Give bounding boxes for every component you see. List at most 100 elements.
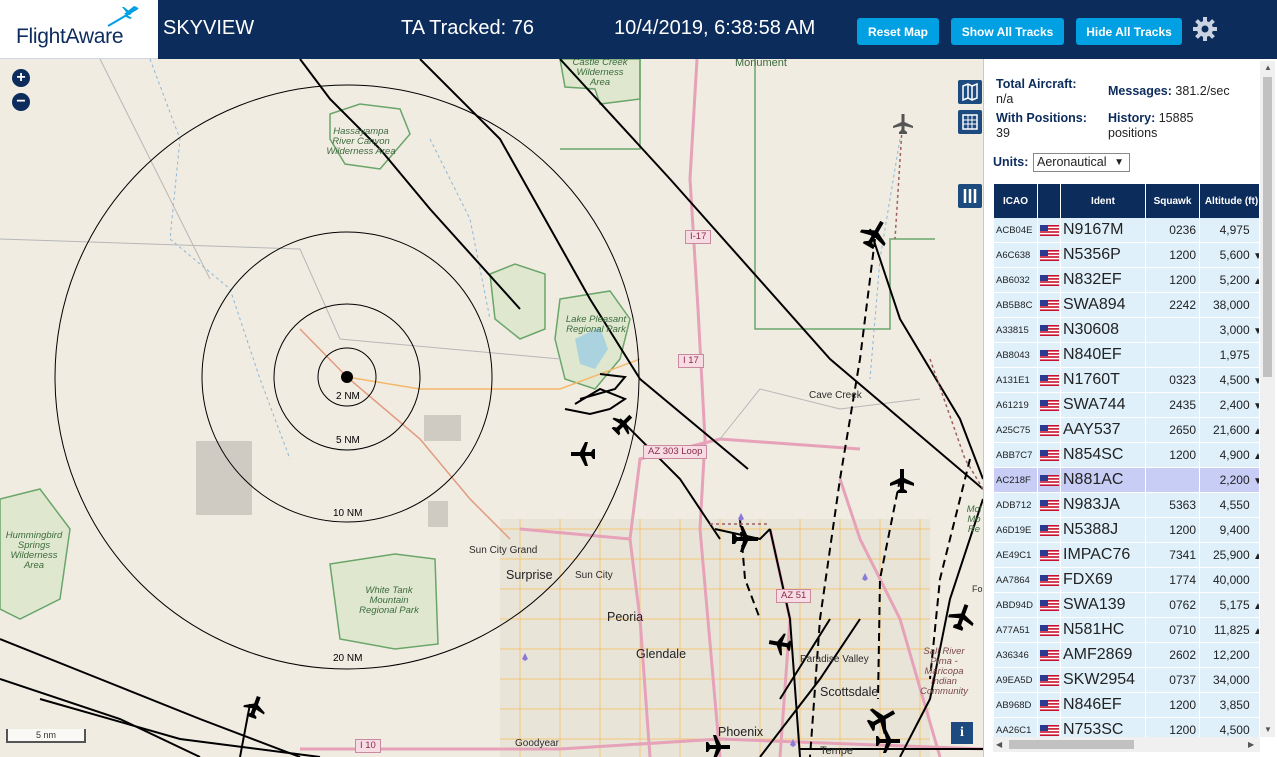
history-label: History: — [1108, 111, 1156, 125]
flightaware-logo[interactable]: FlightAware — [0, 0, 158, 59]
cell-squawk: 2650 — [1146, 418, 1200, 443]
horizontal-scrollbar-thumb[interactable] — [1009, 740, 1134, 749]
shield-i17-north: I-17 — [685, 230, 712, 244]
us-flag-icon — [1038, 568, 1061, 593]
table-row[interactable]: A36346 AMF2869 2602 12,200 — [994, 643, 1259, 668]
cell-ident: N832EF — [1061, 268, 1146, 293]
cell-ident: N881AC — [1061, 468, 1146, 493]
altitude-value: 4,975 — [1219, 223, 1250, 237]
receiver-location — [341, 371, 353, 383]
table-header-row: ICAO Ident Squawk Altitude (ft) — [994, 184, 1259, 218]
table-row[interactable]: A6C638N5356P12005,600 ▼ — [994, 243, 1259, 268]
table-row[interactable]: A61219SWA74424352,400 ▼ — [994, 393, 1259, 418]
table-row[interactable]: A9EA5D SKW2954 0737 34,000 — [994, 668, 1259, 693]
cell-icao: A6D19E — [994, 518, 1038, 543]
messages-stat: Messages: 381.2/sec — [1108, 84, 1230, 99]
cell-icao: ADB712 — [994, 493, 1038, 518]
shield-i17: I 17 — [678, 354, 704, 368]
zoom-out-button[interactable]: − — [12, 93, 30, 111]
gear-icon[interactable] — [1192, 16, 1218, 42]
columns-icon[interactable] — [958, 184, 982, 208]
table-row[interactable]: AC218F N881AC 2,200 ▼ — [994, 468, 1259, 493]
cell-icao: A61219 — [994, 393, 1038, 418]
label-sun-city: Sun City — [575, 570, 613, 581]
column-header-altitude[interactable]: Altitude (ft) — [1200, 184, 1259, 218]
altitude-value: 25,900 — [1212, 548, 1250, 562]
cell-ident: N854SC — [1061, 443, 1146, 468]
scroll-right-icon[interactable]: ▶ — [1248, 740, 1254, 749]
label-tempe: Tempe — [820, 745, 854, 757]
aircraft-marker-gray — [893, 114, 913, 134]
aircraft-table: ICAO Ident Squawk Altitude (ft) ACB04E N9… — [994, 184, 1259, 737]
datetime-display: 10/4/2019, 6:38:58 AM — [614, 17, 816, 39]
table-row[interactable]: A77A51N581HC071011,825 ▲ — [994, 618, 1259, 643]
table-row[interactable]: A33815 N30608 3,000 ▼ — [994, 318, 1259, 343]
vertical-scrollbar[interactable]: ▲ ▼ — [1260, 61, 1275, 737]
cell-ident: N30608 — [1061, 318, 1146, 343]
aircraft-table-container[interactable]: ICAO Ident Squawk Altitude (ft) ACB04E N9… — [994, 184, 1259, 737]
altitude-trend-icon: ▼ — [1253, 326, 1259, 337]
column-header-ident[interactable]: Ident — [1061, 184, 1146, 218]
table-row[interactable]: ADB712 N983JA 5363 4,550 — [994, 493, 1259, 518]
table-row[interactable]: ABD94DSWA13907625,175 ▲ — [994, 593, 1259, 618]
cell-icao: ABB7C7 — [994, 443, 1038, 468]
cell-icao: A9EA5D — [994, 668, 1038, 693]
info-button[interactable]: i — [951, 722, 973, 744]
hide-all-tracks-button[interactable]: Hide All Tracks — [1076, 18, 1182, 45]
reset-map-button[interactable]: Reset Map — [857, 18, 939, 45]
altitude-trend-icon: ▲ — [1253, 426, 1259, 437]
table-row[interactable]: ABB7C7N854SC12004,900 ▲ — [994, 443, 1259, 468]
zoom-in-button[interactable]: + — [12, 69, 30, 87]
scroll-down-icon[interactable]: ▼ — [1264, 725, 1272, 734]
cell-altitude: 3,000 ▼ — [1200, 318, 1259, 343]
cell-squawk — [1146, 468, 1200, 493]
table-row[interactable]: A25C75AAY537265021,600 ▲ — [994, 418, 1259, 443]
column-header-icao[interactable]: ICAO — [994, 184, 1038, 218]
history-stat: History: 15885 positions — [1108, 111, 1238, 141]
cell-ident: N1760T — [1061, 368, 1146, 393]
table-row[interactable]: A131E1N1760T03234,500 ▼ — [994, 368, 1259, 393]
skyview-app: FlightAware SKYVIEW TA Tracked: 76 10/4/… — [0, 0, 1277, 757]
cell-altitude: 25,900 ▲ — [1200, 543, 1259, 568]
grid-icon[interactable] — [958, 110, 982, 134]
aircraft-marker — [243, 695, 265, 720]
cell-squawk: 0762 — [1146, 593, 1200, 618]
logo-text: FlightAware — [16, 25, 124, 48]
aircraft-panel: Total Aircraft: n/a Messages: 381.2/sec … — [983, 59, 1277, 757]
map-layers-icon[interactable] — [958, 80, 982, 104]
aircraft-marker — [859, 220, 886, 250]
cell-squawk: 1200 — [1146, 268, 1200, 293]
column-header-squawk[interactable]: Squawk — [1146, 184, 1200, 218]
column-header-flag[interactable] — [1038, 184, 1061, 218]
table-row[interactable]: AB6032N832EF12005,200 ▲ — [994, 268, 1259, 293]
with-positions-value: 39 — [996, 126, 1010, 140]
cell-altitude: 21,600 ▲ — [1200, 418, 1259, 443]
table-row[interactable]: AA26C1 N753SC 1200 4,500 — [994, 718, 1259, 737]
map-view[interactable]: Castle Creek Wilderness Area Monument Ha… — [0, 59, 983, 757]
messages-value: 381.2/sec — [1175, 84, 1230, 98]
horizontal-scrollbar[interactable]: ◀ ▶ — [993, 737, 1260, 752]
shield-i10: I 10 — [355, 739, 381, 753]
vertical-scrollbar-thumb[interactable] — [1263, 77, 1272, 377]
scroll-left-icon[interactable]: ◀ — [996, 740, 1002, 749]
top-header: FlightAware SKYVIEW TA Tracked: 76 10/4/… — [0, 0, 1277, 59]
table-row[interactable]: ACB04E N9167M 0236 4,975 — [994, 218, 1259, 243]
cell-squawk: 1774 — [1146, 568, 1200, 593]
cell-ident: SKW2954 — [1061, 668, 1146, 693]
us-flag-icon — [1038, 343, 1061, 368]
cell-icao: AC218F — [994, 468, 1038, 493]
table-row[interactable]: AB5B8C SWA894 2242 38,000 — [994, 293, 1259, 318]
table-row[interactable]: AA7864 FDX69 1774 40,000 — [994, 568, 1259, 593]
scroll-up-icon[interactable]: ▲ — [1264, 63, 1272, 72]
altitude-trend-icon: ▼ — [1253, 476, 1259, 487]
altitude-value: 4,500 — [1219, 373, 1250, 387]
cell-squawk: 2242 — [1146, 293, 1200, 318]
table-row[interactable]: A6D19E N5388J 1200 9,400 — [994, 518, 1259, 543]
table-row[interactable]: AB8043 N840EF 1,975 — [994, 343, 1259, 368]
show-all-tracks-button[interactable]: Show All Tracks — [951, 18, 1064, 45]
cell-altitude: 1,975 — [1200, 343, 1259, 368]
table-row[interactable]: AE49C1IMPAC76734125,900 ▲ — [994, 543, 1259, 568]
table-row[interactable]: AB968D N846EF 1200 3,850 — [994, 693, 1259, 718]
units-select[interactable]: Aeronautical ▼ — [1033, 153, 1130, 172]
altitude-value: 4,900 — [1219, 448, 1250, 462]
